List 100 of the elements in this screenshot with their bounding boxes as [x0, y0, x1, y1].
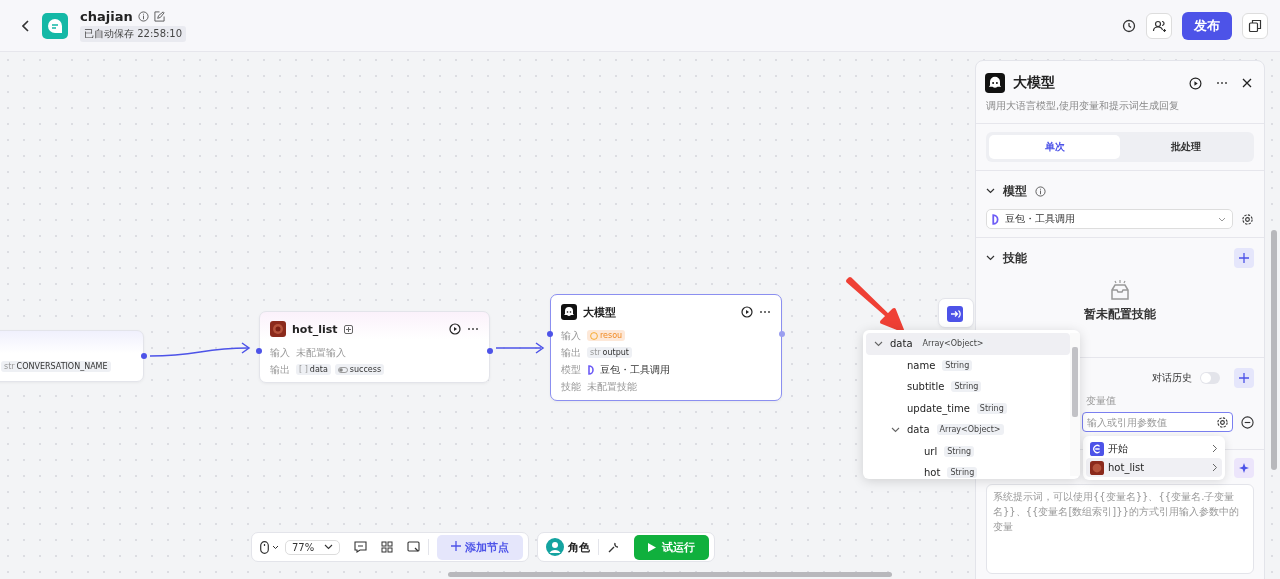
plugin-icon	[270, 321, 286, 337]
edit-icon[interactable]	[153, 11, 165, 22]
scrollbar[interactable]	[448, 572, 892, 577]
workflow-node[interactable]: str CONVERSATION_NAME	[0, 330, 144, 382]
workflow-node[interactable]: 大模型 输入 resou 输出 str output 模型 豆包・工具调用 技能 未配置技能	[550, 294, 782, 401]
empty-state-text: 暂未配置技能	[1084, 306, 1156, 323]
more-icon[interactable]	[1216, 81, 1228, 85]
plus-icon	[1239, 253, 1249, 263]
pointer-arrow	[846, 277, 904, 332]
comment-icon[interactable]	[354, 541, 368, 553]
plus-icon	[451, 540, 462, 551]
scrollbar[interactable]	[1070, 333, 1080, 476]
caret-icon	[1218, 216, 1226, 222]
model-logo-icon	[991, 213, 1001, 225]
chevron-icon	[1212, 463, 1218, 472]
tree-item[interactable]: hot String	[866, 462, 1070, 479]
info-icon[interactable]	[137, 11, 149, 22]
mode-tab[interactable]: 单次	[989, 135, 1120, 159]
role-label[interactable]: 角色	[568, 539, 591, 555]
system-prompt-field[interactable]: 系统提示词，可以使用{{变量名}}、{{变量名.子变量名}}、{{变量名[数组索引]}}的方式引用输入参数中的变量	[986, 484, 1254, 574]
close-icon[interactable]	[1242, 78, 1252, 88]
add-button[interactable]	[1234, 248, 1254, 268]
publish-button[interactable]: 发布	[1182, 11, 1232, 40]
expand-icon[interactable]	[891, 426, 900, 433]
row-label: 技能	[561, 379, 582, 394]
tree-item[interactable]: url String	[866, 440, 1070, 462]
run-icon[interactable]	[1189, 76, 1202, 90]
copy-button[interactable]	[1242, 12, 1268, 39]
output-tag: str CONVERSATION_NAME	[1, 361, 111, 372]
node-title: hot_list	[292, 322, 338, 336]
workflow-node[interactable]	[938, 298, 974, 328]
collapse-icon[interactable]	[986, 255, 995, 261]
output-tag: [ ] data	[296, 364, 331, 375]
collapse-icon[interactable]	[986, 188, 995, 194]
node-port[interactable]	[779, 331, 785, 337]
settings-icon[interactable]	[1241, 212, 1254, 226]
caret-icon	[272, 544, 279, 550]
zoom-select[interactable]: 77%	[285, 539, 341, 555]
tree-item[interactable]: name String	[866, 354, 1070, 376]
remove-icon[interactable]	[1241, 415, 1254, 429]
menu-item-label: 开始	[1108, 441, 1128, 456]
info-icon[interactable]	[1035, 185, 1046, 197]
plugin-icon	[1090, 460, 1104, 475]
node-port[interactable]	[141, 353, 147, 359]
expand-icon[interactable]	[874, 340, 883, 347]
minimap-icon[interactable]	[407, 541, 421, 553]
ai-assist-button[interactable]	[1234, 458, 1254, 478]
robot-icon	[561, 304, 577, 320]
robot-icon	[985, 73, 1005, 93]
add-button[interactable]	[1234, 368, 1254, 388]
back-icon[interactable]	[22, 19, 30, 32]
panel-title: 大模型	[1013, 74, 1055, 92]
history-icon[interactable]	[1122, 18, 1136, 33]
more-icon[interactable]	[467, 327, 479, 331]
model-logo-icon	[587, 364, 596, 375]
section-title: 技能	[1003, 249, 1027, 267]
settings-icon[interactable]	[1216, 415, 1229, 429]
model-name: 豆包・工具调用	[600, 362, 670, 377]
people-icon	[1152, 18, 1166, 33]
collaborators-button[interactable]	[1146, 12, 1172, 39]
autosave-status: 已自动保存 22:58:10	[80, 26, 187, 42]
value-input[interactable]: 输入或引用参数值	[1082, 412, 1233, 432]
menu-item[interactable]: hot_list	[1086, 458, 1222, 477]
node-port[interactable]	[547, 331, 553, 337]
toggle-icon	[337, 366, 348, 373]
panel-description: 调用大语言模型,使用变量和提示词生成回复	[976, 97, 1264, 124]
node-port[interactable]	[256, 348, 262, 354]
add-node-button[interactable]: 添加节点	[437, 534, 524, 560]
output-tag: str output	[587, 347, 632, 358]
tree-item[interactable]: data Array<Object>	[866, 333, 1070, 355]
run-icon[interactable]	[741, 306, 753, 318]
row-label: 输入	[561, 328, 582, 343]
row-value: 未配置技能	[587, 379, 637, 394]
model-name: 豆包・工具调用	[1005, 212, 1075, 226]
row-label: 输入	[270, 345, 291, 360]
node-port[interactable]	[487, 348, 493, 354]
tree-item[interactable]: data Array<Object>	[866, 419, 1070, 441]
chevron-icon	[1212, 444, 1218, 453]
workflow-node[interactable]: hot_list 输入 未配置输入 输出 [ ] data success	[259, 311, 490, 383]
mode-tab[interactable]: 批处理	[1120, 135, 1251, 159]
scrollbar[interactable]	[1271, 230, 1277, 470]
mouse-icon	[260, 540, 269, 554]
wrench-icon[interactable]	[607, 540, 621, 554]
model-select[interactable]: 豆包・工具调用	[986, 209, 1233, 229]
more-icon[interactable]	[759, 310, 771, 314]
plugin-badge-icon	[343, 324, 353, 334]
interaction-mode-button[interactable]	[260, 540, 279, 554]
grid-icon[interactable]	[381, 541, 394, 553]
menu-item[interactable]: 开始	[1086, 439, 1222, 458]
row-value: 未配置输入	[296, 345, 346, 360]
node-title: 大模型	[583, 304, 616, 320]
copy-icon	[1248, 18, 1262, 33]
plus-icon	[1239, 373, 1249, 383]
history-toggle[interactable]	[1200, 372, 1220, 384]
tree-item[interactable]: update_time String	[866, 397, 1070, 419]
row-label: 模型	[561, 362, 582, 377]
sparkle-icon	[1238, 462, 1250, 474]
tree-item[interactable]: subtitle String	[866, 376, 1070, 398]
avatar-icon	[546, 538, 565, 556]
run-icon[interactable]	[449, 323, 461, 335]
